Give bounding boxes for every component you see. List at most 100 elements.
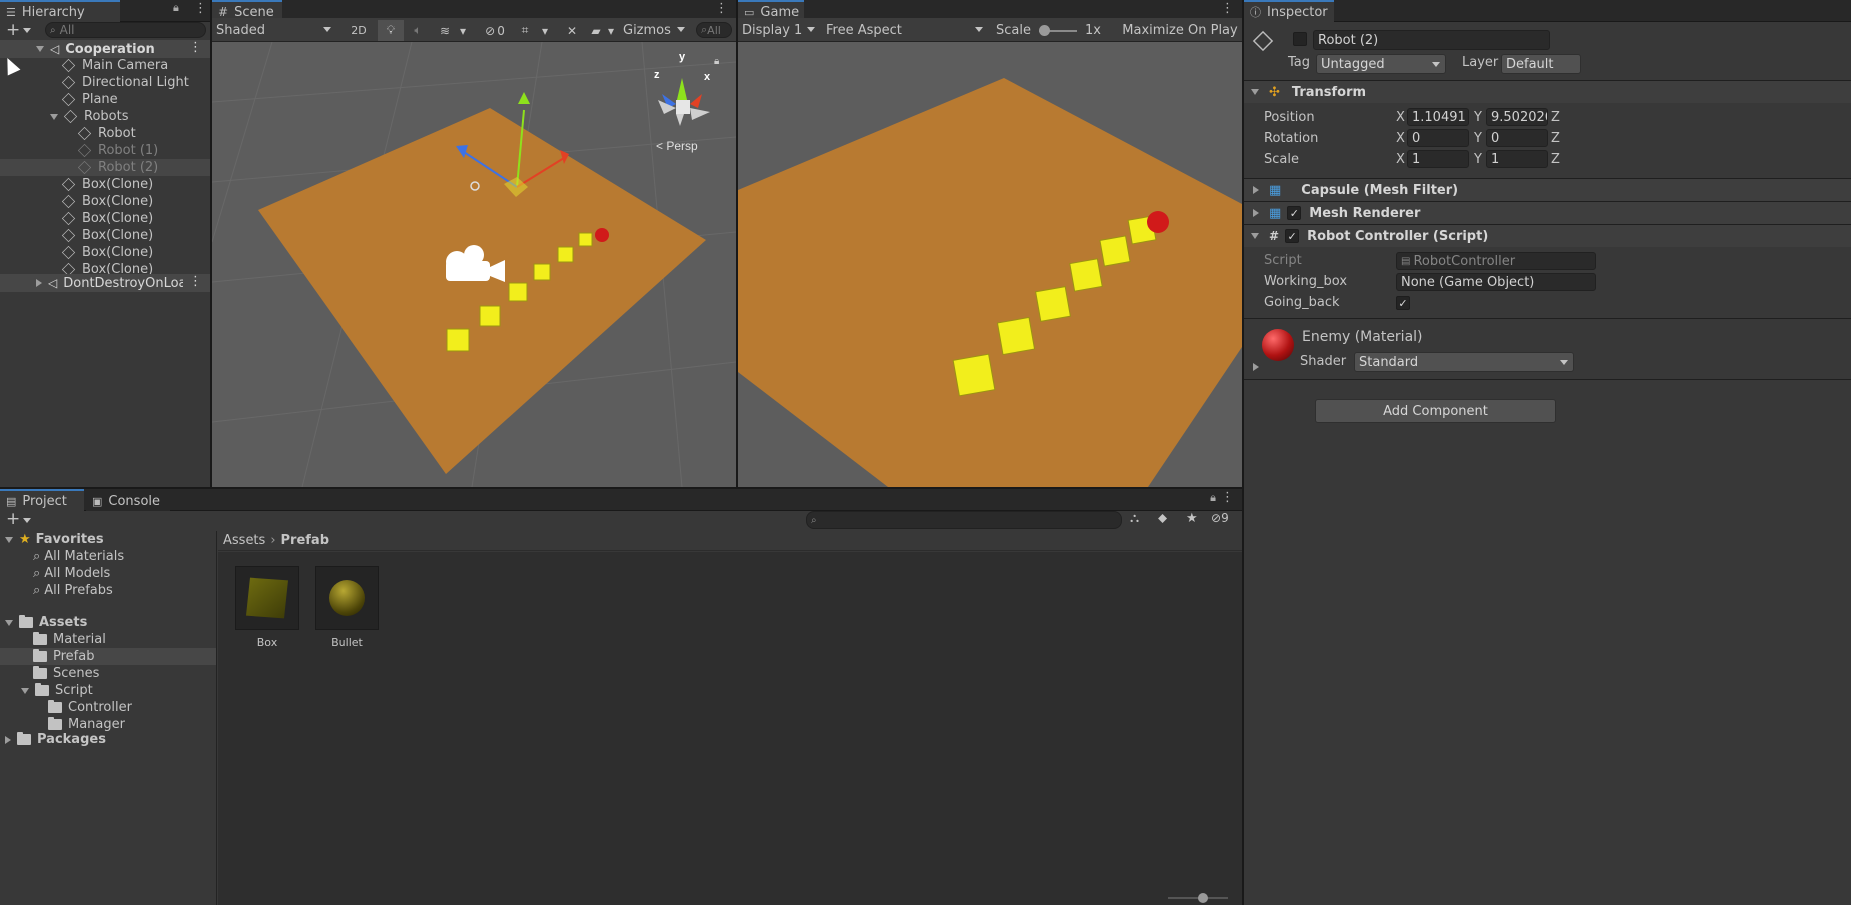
star-icon[interactable]: ★ bbox=[1186, 511, 1198, 526]
favorite-item[interactable]: ⌕ All Materials bbox=[0, 548, 216, 565]
scene-viewport[interactable]: y x z < Persp 🔒︎ bbox=[212, 42, 736, 487]
assets-row[interactable]: Assets bbox=[0, 614, 216, 631]
asset-folder-scenes[interactable]: Scenes bbox=[0, 665, 216, 682]
going-back-checkbox[interactable]: ✓ bbox=[1396, 296, 1410, 310]
layer-dropdown[interactable]: Default bbox=[1501, 54, 1581, 74]
hierarchy-item-box-clone[interactable]: Box(Clone) bbox=[0, 227, 210, 244]
favorites-row[interactable]: ★ Favorites bbox=[0, 531, 216, 548]
asset-item-box[interactable]: Box bbox=[235, 566, 299, 649]
tab-project[interactable]: ▤ Project bbox=[0, 489, 84, 511]
scale-slider-thumb[interactable] bbox=[1038, 24, 1050, 36]
tab-hierarchy[interactable]: ☰ Hierarchy bbox=[0, 0, 120, 22]
grid-dropdown-icon[interactable]: ▾ bbox=[538, 20, 552, 41]
expand-arrow-icon[interactable] bbox=[21, 687, 29, 694]
dontdestroy-row[interactable]: ◁ DontDestroyOnLoad ⋮ bbox=[0, 274, 210, 292]
camera-icon[interactable]: ▰ bbox=[587, 20, 605, 41]
collapse-arrow-icon[interactable] bbox=[1253, 186, 1259, 194]
hierarchy-item-main-camera[interactable]: Main Camera bbox=[0, 57, 210, 74]
shading-dropdown[interactable]: Shaded bbox=[214, 20, 336, 41]
aspect-dropdown[interactable]: Free Aspect bbox=[824, 20, 988, 41]
icon-size-slider-thumb[interactable] bbox=[1198, 893, 1208, 903]
hierarchy-item-robot[interactable]: Robot bbox=[0, 125, 210, 142]
tag-dropdown[interactable]: Untagged bbox=[1316, 54, 1446, 74]
camera-dropdown-icon[interactable]: ▾ bbox=[605, 20, 617, 41]
collapse-arrow-icon[interactable] bbox=[36, 279, 42, 287]
collapse-arrow-icon[interactable] bbox=[1253, 363, 1259, 371]
grid-toggle-icon[interactable]: ⌗ bbox=[514, 20, 536, 41]
hierarchy-item-robot-1[interactable]: Robot (1) bbox=[0, 142, 210, 159]
collapse-arrow-icon[interactable] bbox=[5, 735, 11, 744]
expand-arrow-icon[interactable] bbox=[1251, 233, 1259, 239]
more-icon[interactable]: ⋮ bbox=[194, 1, 207, 16]
lock-icon[interactable]: 🔒︎ bbox=[1210, 491, 1216, 505]
rotation-x-field[interactable]: 0 bbox=[1407, 129, 1469, 147]
hidden-objects-button[interactable]: ⊘ 0 bbox=[480, 20, 510, 41]
hierarchy-item-robots[interactable]: Robots bbox=[0, 108, 210, 125]
icon-size-slider[interactable] bbox=[1168, 893, 1228, 903]
search-by-type-icon[interactable]: ⛬ bbox=[1130, 511, 1139, 526]
hierarchy-item-plane[interactable]: Plane bbox=[0, 91, 210, 108]
hierarchy-item-robot-2[interactable]: Robot (2) bbox=[0, 159, 210, 176]
scene-root-row[interactable]: ◁ Cooperation ⋮ bbox=[0, 40, 210, 58]
lock-icon[interactable]: 🔒︎ bbox=[714, 56, 719, 67]
rotation-y-field[interactable]: 0 bbox=[1486, 129, 1548, 147]
hierarchy-search-input[interactable]: ⌕ All bbox=[45, 22, 206, 38]
more-icon[interactable]: ⋮ bbox=[715, 1, 728, 16]
robot-controller-checkbox[interactable]: ✓ bbox=[1285, 229, 1300, 243]
add-component-button[interactable]: Add Component bbox=[1315, 399, 1556, 423]
hidden-packages-icon[interactable]: ⊘9 bbox=[1211, 511, 1229, 525]
expand-arrow-icon[interactable] bbox=[36, 46, 44, 52]
packages-row[interactable]: Packages bbox=[0, 731, 216, 748]
tab-inspector[interactable]: ⓘ Inspector bbox=[1244, 0, 1334, 22]
tab-console[interactable]: ▣ Console bbox=[86, 489, 170, 511]
toggle-2d-button[interactable]: 2D bbox=[346, 20, 372, 41]
effects-toggle-icon[interactable]: ≋ bbox=[434, 20, 456, 41]
more-icon[interactable]: ⋮ bbox=[1221, 490, 1234, 505]
object-name-field[interactable]: Robot (2) bbox=[1313, 30, 1550, 50]
working-box-field[interactable]: None (Game Object) bbox=[1396, 273, 1596, 291]
more-icon[interactable]: ⋮ bbox=[189, 274, 202, 289]
favorite-item[interactable]: ⌕ All Prefabs bbox=[0, 582, 216, 599]
game-viewport[interactable] bbox=[738, 42, 1242, 487]
expand-arrow-icon[interactable] bbox=[1251, 89, 1259, 95]
hierarchy-item-box-clone[interactable]: Box(Clone) bbox=[0, 193, 210, 210]
asset-folder-script[interactable]: Script bbox=[0, 682, 216, 699]
chevron-down-icon[interactable] bbox=[23, 518, 31, 523]
scale-y-field[interactable]: 1 bbox=[1486, 150, 1548, 168]
asset-folder-prefab[interactable]: Prefab bbox=[0, 648, 216, 665]
script-field[interactable]: ▤ RobotController bbox=[1396, 252, 1596, 270]
persp-label[interactable]: < Persp bbox=[656, 139, 698, 153]
mesh-filter-header[interactable]: ▦ Capsule (Mesh Filter) bbox=[1244, 178, 1851, 201]
asset-item-bullet[interactable]: Bullet bbox=[315, 566, 379, 649]
project-search-input[interactable]: ⌕ bbox=[806, 511, 1122, 529]
maximize-on-play-button[interactable]: Maximize On Play bbox=[1122, 20, 1238, 41]
more-icon[interactable]: ⋮ bbox=[1221, 1, 1234, 16]
tools-icon[interactable]: ✕ bbox=[562, 20, 582, 41]
script-folder-controller[interactable]: Controller bbox=[0, 699, 216, 716]
mesh-renderer-checkbox[interactable]: ✓ bbox=[1287, 206, 1302, 220]
add-icon[interactable]: + bbox=[6, 20, 20, 40]
mesh-renderer-header[interactable]: ▦ ✓ Mesh Renderer bbox=[1244, 201, 1851, 224]
breadcrumb-prefab[interactable]: Prefab bbox=[281, 533, 330, 548]
display-dropdown[interactable]: Display 1 bbox=[740, 20, 820, 41]
gizmos-dropdown[interactable]: Gizmos bbox=[620, 20, 690, 41]
active-checkbox[interactable] bbox=[1293, 32, 1307, 46]
scale-slider[interactable] bbox=[1038, 24, 1077, 36]
favorite-item[interactable]: ⌕ All Models bbox=[0, 565, 216, 582]
hierarchy-item-box-clone[interactable]: Box(Clone) bbox=[0, 244, 210, 261]
position-y-field[interactable]: 9.502026 bbox=[1486, 108, 1548, 126]
more-icon[interactable]: ⋮ bbox=[189, 40, 202, 55]
hierarchy-item-box-clone[interactable]: Box(Clone) bbox=[0, 210, 210, 227]
lighting-toggle-icon[interactable]: 💡︎ bbox=[378, 20, 404, 41]
expand-arrow-icon[interactable] bbox=[5, 536, 13, 543]
lock-icon[interactable]: 🔒︎ bbox=[173, 1, 179, 15]
expand-arrow-icon[interactable] bbox=[50, 113, 58, 120]
expand-arrow-icon[interactable] bbox=[5, 619, 13, 626]
effects-dropdown-icon[interactable]: ▾ bbox=[456, 20, 470, 41]
chevron-down-icon[interactable] bbox=[23, 28, 31, 33]
robot-controller-header[interactable]: # ✓ Robot Controller (Script) bbox=[1244, 224, 1851, 247]
audio-toggle-icon[interactable]: 🔈︎ bbox=[406, 20, 430, 41]
transform-header[interactable]: ✣ Transform bbox=[1244, 80, 1851, 103]
hierarchy-item-directional-light[interactable]: Directional Light bbox=[0, 74, 210, 91]
scene-search-input[interactable]: ⌕ All bbox=[696, 22, 732, 38]
